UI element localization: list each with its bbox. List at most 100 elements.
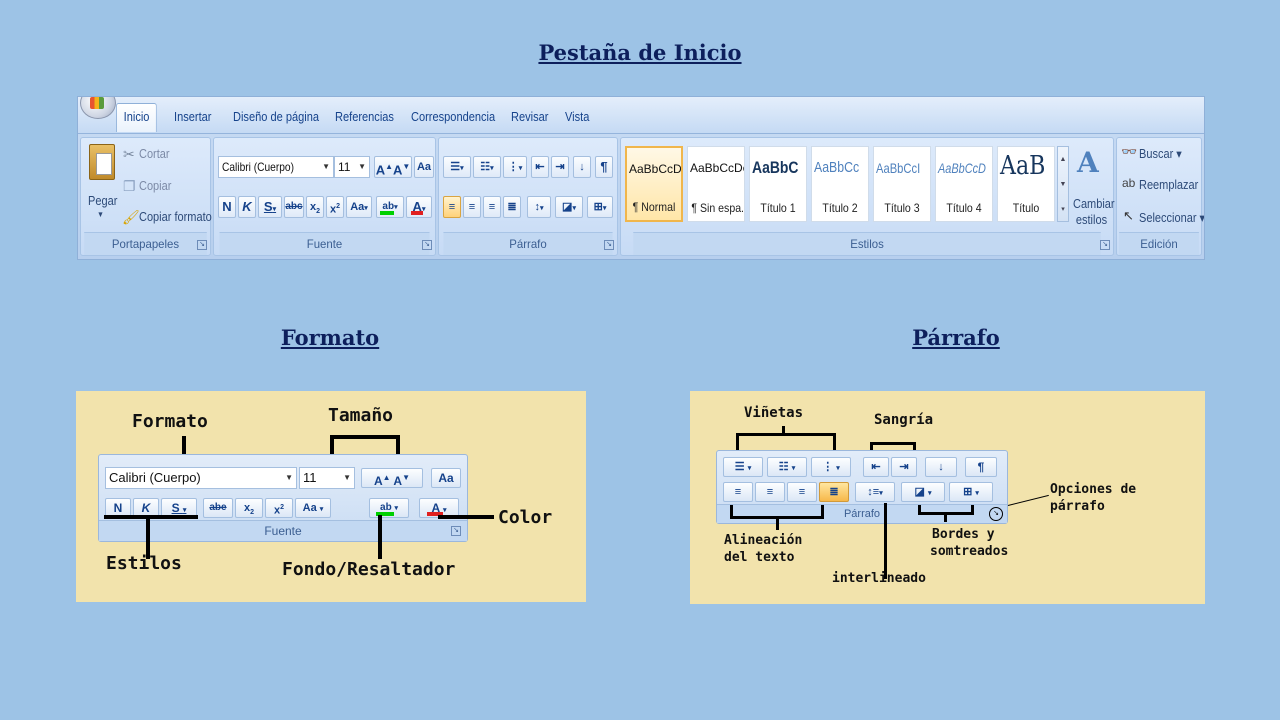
scissors-icon[interactable]: ✂ <box>123 146 135 163</box>
tab-diseno-pagina[interactable]: Diseño de página <box>233 109 319 124</box>
tab-insertar[interactable]: Insertar <box>174 109 211 124</box>
paste-icon[interactable] <box>89 144 115 180</box>
style-sin-espaciado[interactable]: AaBbCcDc ¶ Sin espa... <box>687 146 745 222</box>
tab-vista[interactable]: Vista <box>565 109 589 124</box>
align-left-icon[interactable]: ≡ <box>723 482 753 502</box>
superscript-icon[interactable]: x2 <box>326 196 344 218</box>
increase-indent-icon[interactable]: ⇥ <box>551 156 569 178</box>
cursor-icon[interactable]: ↖ <box>1123 208 1134 224</box>
color-callout-line <box>438 515 494 519</box>
bold-button[interactable]: N <box>218 196 236 218</box>
strikethrough-icon[interactable]: abc <box>284 196 304 218</box>
underline-button[interactable]: S▾ <box>258 196 282 218</box>
font-name-select[interactable]: Calibri (Cuerpo) ▼ <box>218 156 334 178</box>
align-right-icon[interactable]: ≡ <box>483 196 501 218</box>
formato-heading: Formato <box>280 325 380 350</box>
subscript-icon[interactable]: x2 <box>306 196 324 218</box>
office-button[interactable] <box>80 97 116 119</box>
font-size-value: 11 <box>303 470 317 485</box>
align-center-icon[interactable]: ≡ <box>755 482 785 502</box>
tab-correspondencia[interactable]: Correspondencia <box>411 109 495 124</box>
portapapeles-launcher-icon[interactable]: ↘ <box>197 240 207 250</box>
highlight-icon[interactable]: ab ▾ <box>369 498 409 518</box>
superscript-icon[interactable]: x2 <box>265 498 293 518</box>
align-center-icon[interactable]: ≡ <box>463 196 481 218</box>
numbering-icon[interactable]: ☷ ▾ <box>767 457 807 477</box>
style-titulo-3[interactable]: AaBbCcI Título 3 <box>873 146 931 222</box>
reemplazar-button[interactable]: Reemplazar <box>1139 178 1198 192</box>
decrease-indent-icon[interactable]: ⇤ <box>863 457 889 477</box>
font-name-select[interactable]: Calibri (Cuerpo) ▼ <box>105 467 297 489</box>
clear-format-icon[interactable]: Aa <box>431 468 461 488</box>
fuente-launcher-icon[interactable]: ↘ <box>422 240 432 250</box>
bordes-callout-right <box>971 505 974 515</box>
tab-revisar[interactable]: Revisar <box>511 109 548 124</box>
borders-icon[interactable]: ⊞ ▾ <box>949 482 993 502</box>
borders-icon[interactable]: ⊞▾ <box>587 196 613 218</box>
chevron-down-icon: ▼ <box>343 473 351 482</box>
font-size-select[interactable]: 11 ▼ <box>299 467 355 489</box>
bordes-callout-2: somtreados <box>930 544 1009 559</box>
change-case-icon[interactable]: Aa ▾ <box>295 498 331 518</box>
estilos-launcher-icon[interactable]: ↘ <box>1100 240 1110 250</box>
format-painter-icon[interactable]: 🖌 <box>122 209 140 226</box>
pegar-dropdown-icon[interactable]: ▼ <box>97 210 104 219</box>
justify-icon[interactable]: ≣ <box>503 196 521 218</box>
grow-shrink-font-button[interactable]: A▲A▼ <box>374 156 412 178</box>
seleccionar-button[interactable]: Seleccionar ▾ <box>1139 210 1204 225</box>
portapapeles-label: Portapapeles <box>84 232 207 255</box>
font-size-select[interactable]: 11 ▼ <box>334 156 370 178</box>
highlight-icon[interactable]: ab▾ <box>376 196 404 218</box>
edicion-label: Edición <box>1119 232 1199 255</box>
copiar-button[interactable]: Copiar <box>139 179 171 193</box>
fuente-launcher-icon[interactable]: ↘ <box>451 526 461 536</box>
font-color-icon[interactable]: A▾ <box>406 196 432 218</box>
sort-icon[interactable]: ↓ <box>573 156 591 178</box>
style-titulo-4[interactable]: AaBbCcD Título 4 <box>935 146 993 222</box>
bullets-icon[interactable]: ☰▾ <box>443 156 471 178</box>
office-logo-icon <box>90 97 104 109</box>
subscript-icon[interactable]: x2 <box>235 498 263 518</box>
grow-shrink-font-button[interactable]: A▲ A▼ <box>361 468 423 488</box>
multilevel-list-icon[interactable]: ⋮ ▾ <box>811 457 851 477</box>
tab-referencias[interactable]: Referencias <box>335 109 394 124</box>
style-titulo[interactable]: AaB Título <box>997 146 1055 222</box>
line-spacing-icon[interactable]: ↕≡▾ <box>855 482 895 502</box>
change-case-icon[interactable]: Aa▾ <box>346 196 372 218</box>
multilevel-list-icon[interactable]: ⋮▾ <box>503 156 527 178</box>
shading-icon[interactable]: ◪▾ <box>555 196 583 218</box>
justify-icon[interactable]: ≣ <box>819 482 849 502</box>
align-left-icon[interactable]: ≡ <box>443 196 461 218</box>
tab-inicio[interactable]: Inicio <box>116 103 158 132</box>
parrafo-launcher-icon[interactable]: ↘ <box>989 507 1003 521</box>
numbering-icon[interactable]: ☷▾ <box>473 156 501 178</box>
bullets-icon[interactable]: ☰ ▾ <box>723 457 763 477</box>
pegar-label[interactable]: Pegar <box>88 194 117 208</box>
chevron-down-icon: ▼ <box>358 162 366 171</box>
italic-button[interactable]: K <box>238 196 256 218</box>
style-normal[interactable]: AaBbCcDc ¶ Normal <box>625 146 683 222</box>
show-marks-icon[interactable]: ¶ <box>595 156 613 178</box>
estilos-callout-bracket <box>104 515 198 519</box>
styles-scroll[interactable]: ▲ ▼ ▾ <box>1057 146 1069 222</box>
increase-indent-icon[interactable]: ⇥ <box>891 457 917 477</box>
cambiar-estilos-button[interactable]: Cambiar estilos <box>1073 196 1115 228</box>
parrafo-launcher-icon[interactable]: ↘ <box>604 240 614 250</box>
style-titulo-2[interactable]: AaBbCc Título 2 <box>811 146 869 222</box>
binoculars-icon[interactable]: 👓 <box>1121 144 1137 160</box>
copy-icon[interactable]: ❐ <box>123 178 136 195</box>
buscar-button[interactable]: Buscar ▾ <box>1139 146 1182 161</box>
sort-icon[interactable]: ↓ <box>925 457 957 477</box>
align-right-icon[interactable]: ≡ <box>787 482 817 502</box>
cambiar-estilos-icon[interactable]: A <box>1077 146 1099 179</box>
show-marks-icon[interactable]: ¶ <box>965 457 997 477</box>
cortar-button[interactable]: Cortar <box>139 147 170 161</box>
strikethrough-icon[interactable]: abe <box>203 498 233 518</box>
style-titulo-1[interactable]: AaBbC Título 1 <box>749 146 807 222</box>
clear-format-icon[interactable]: Aa <box>414 156 434 178</box>
replace-icon[interactable]: ab <box>1122 176 1135 190</box>
line-spacing-icon[interactable]: ↕▾ <box>527 196 551 218</box>
copiar-formato-button[interactable]: Copiar formato <box>139 210 212 224</box>
shading-icon[interactable]: ◪ ▾ <box>901 482 945 502</box>
decrease-indent-icon[interactable]: ⇤ <box>531 156 549 178</box>
